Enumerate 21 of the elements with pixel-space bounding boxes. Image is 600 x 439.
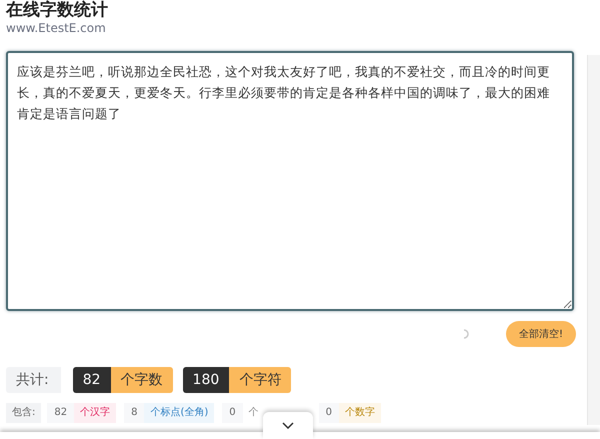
breakdown-count: 82 — [47, 403, 74, 423]
spinner-icon — [462, 329, 470, 339]
breakdown-count: 8 — [124, 403, 144, 423]
breakdown-unit: 个汉字 — [74, 403, 116, 423]
total-count: 180 — [182, 367, 230, 393]
page-title: 在线字数统计 — [6, 0, 109, 20]
total-unit: 个字符 — [229, 367, 292, 393]
expand-tab[interactable] — [263, 412, 313, 439]
total-unit: 个字数 — [110, 367, 173, 393]
breakdown-label: 包含: — [6, 403, 42, 423]
total-label: 共计: — [6, 367, 61, 393]
chevron-down-icon — [282, 422, 294, 429]
breakdown-count: 0 — [318, 403, 340, 423]
text-input[interactable]: 应该是芬兰吧，听说那边全民社恐，这个对我太友好了吧，我真的不爱社交，而且冷的时间更长，真的不爱夏天，更爱冬天。行李里必须要带的肯定是各种各样中国的调味了，最大的困难肯定是语言问题了 — [6, 51, 574, 311]
total-count: 82 — [72, 367, 111, 393]
clear-all-button[interactable]: 全部清空! — [506, 321, 576, 347]
breakdown-count: 0 — [222, 403, 243, 423]
site-url: www.EtestE.com — [6, 21, 107, 35]
breakdown-unit: 个标点(全角) — [144, 403, 214, 423]
breakdown-unit: 个数字 — [339, 403, 382, 423]
scrollbar[interactable] — [587, 55, 600, 425]
